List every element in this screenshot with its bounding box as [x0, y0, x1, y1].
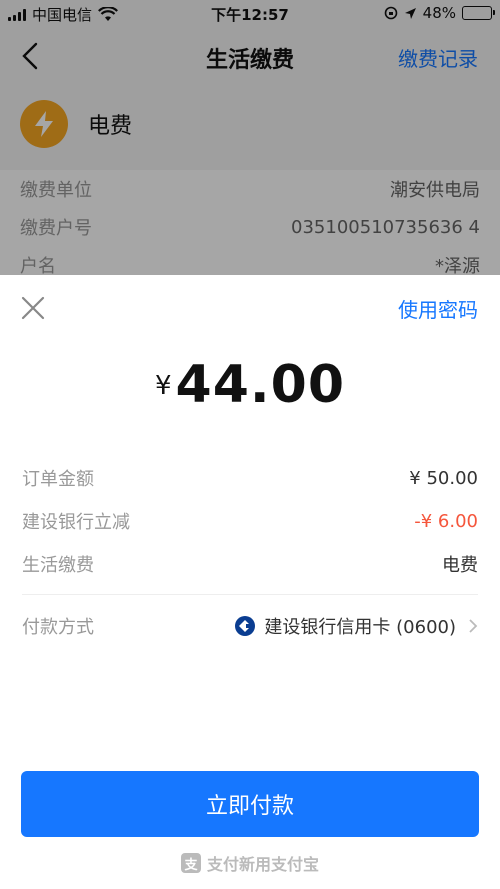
pay-amount: ¥44.00	[0, 355, 500, 415]
pay-now-button[interactable]: 立即付款	[21, 771, 479, 837]
detail-label: 生活缴费	[22, 555, 94, 576]
footer-text: 支付新用支付宝	[206, 855, 319, 874]
detail-row-discount: 建设银行立减 -¥ 6.00	[22, 506, 478, 536]
payment-method-label: 付款方式	[22, 617, 94, 638]
detail-row-order-amount: 订单金额 ¥ 50.00	[22, 463, 478, 493]
detail-label: 订单金额	[22, 469, 94, 490]
footer-brand: 支 支付新用支付宝	[0, 851, 500, 875]
detail-value: 电费	[442, 555, 478, 576]
detail-row-category: 生活缴费 电费	[22, 549, 478, 579]
divider	[22, 594, 478, 595]
close-icon[interactable]	[20, 295, 46, 321]
discount-value: -¥ 6.00	[414, 510, 478, 532]
detail-label: 建设银行立减	[22, 512, 130, 533]
detail-value: ¥ 50.00	[409, 467, 478, 489]
payment-method-row[interactable]: 付款方式 建设银行信用卡 (0600)	[22, 611, 478, 641]
alipay-icon: 支	[180, 853, 201, 873]
payment-sheet: 使用密码 ¥44.00 订单金额 ¥ 50.00 建设银行立减 -¥ 6.00 …	[0, 275, 500, 889]
chevron-right-icon	[469, 619, 478, 633]
use-password-link[interactable]: 使用密码	[398, 294, 478, 323]
payment-method-value: 建设银行信用卡 (0600)	[264, 617, 456, 638]
dim-overlay[interactable]	[0, 0, 500, 275]
ccb-bank-icon	[235, 616, 256, 636]
amount-value: 44.00	[175, 355, 346, 415]
currency-symbol: ¥	[154, 371, 172, 401]
